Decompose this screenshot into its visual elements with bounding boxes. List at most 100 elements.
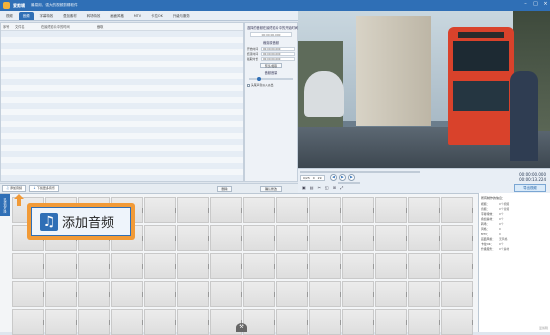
fullscreen-icon[interactable]: ⤢ [340, 185, 343, 190]
clip-slot[interactable] [177, 225, 209, 251]
clip-slot[interactable] [342, 225, 374, 251]
snapshot-icon[interactable]: ▣ [302, 185, 306, 190]
clip-slot[interactable] [408, 253, 440, 279]
clip-slot[interactable] [177, 253, 209, 279]
clip-slot[interactable] [177, 197, 209, 223]
playback-progress[interactable] [300, 171, 420, 173]
checkbox-icon[interactable] [247, 83, 250, 87]
tab-video[interactable]: 视频 [2, 12, 17, 20]
next-icon[interactable]: ▶ [348, 174, 355, 181]
clip-slot[interactable] [375, 253, 407, 279]
clip-slot[interactable] [12, 253, 44, 279]
clip-slot[interactable] [309, 253, 341, 279]
clip-slot[interactable] [276, 309, 308, 335]
clip-slot[interactable] [375, 281, 407, 307]
clip-slot[interactable] [276, 197, 308, 223]
layout-icon[interactable]: ▤ [310, 185, 314, 190]
clip-slot[interactable] [243, 225, 275, 251]
clip-slot[interactable] [342, 309, 374, 335]
clip-end-field[interactable]: 00:00:00.000 [261, 52, 295, 56]
clip-slot[interactable] [342, 253, 374, 279]
audio-list[interactable]: 序号 文件名 在最终影片中的时间 截取 [0, 22, 244, 182]
clip-slot[interactable] [375, 309, 407, 335]
start-time-field[interactable]: 00:00:00.000 [250, 32, 292, 37]
clip-slot[interactable] [375, 197, 407, 223]
clip-slot[interactable] [309, 309, 341, 335]
clip-slot[interactable] [210, 225, 242, 251]
play-icon[interactable]: ▶ [339, 174, 346, 181]
clip-slot[interactable] [144, 225, 176, 251]
minimize-icon[interactable]: – [523, 2, 528, 7]
clip-slot[interactable] [144, 197, 176, 223]
clip-slot[interactable] [441, 281, 473, 307]
clip-slot[interactable] [45, 309, 77, 335]
crop-icon[interactable]: ◱ [325, 185, 329, 190]
clip-slot[interactable] [375, 225, 407, 251]
timeline-handle-icon[interactable]: ⚒ [236, 323, 247, 332]
clip-slot[interactable] [78, 309, 110, 335]
clip-slot[interactable] [12, 309, 44, 335]
download-music-button[interactable]: ↓ 下载更多音乐 [29, 185, 59, 192]
clip-slot[interactable] [309, 197, 341, 223]
clip-slot[interactable] [111, 309, 143, 335]
clip-slot[interactable] [441, 197, 473, 223]
clip-slot[interactable] [78, 281, 110, 307]
maximize-icon[interactable]: □ [533, 2, 538, 7]
tab-style[interactable]: 画面风格 [106, 12, 128, 20]
clip-slot[interactable] [243, 281, 275, 307]
tab-audio[interactable]: 音频 [18, 11, 34, 20]
tab-mtv[interactable]: MTV [130, 12, 145, 20]
clip-slot[interactable] [408, 281, 440, 307]
clip-slot[interactable] [177, 309, 209, 335]
clip-duration-field[interactable]: 00:00:00.000 [261, 57, 295, 61]
tab-subtitle-effects[interactable]: 字幕特效 [36, 12, 58, 20]
clip-slot[interactable] [111, 281, 143, 307]
tab-transitions[interactable]: 转场特效 [83, 12, 105, 20]
fade-checkbox[interactable]: 头尾声音淡入淡出 [247, 83, 295, 87]
clip-slot[interactable] [144, 309, 176, 335]
clip-slot[interactable] [144, 281, 176, 307]
tab-overlay[interactable]: 叠加素材 [59, 12, 81, 20]
clip-slot[interactable] [342, 281, 374, 307]
clip-start-field[interactable]: 00:00:00.000 [261, 47, 295, 51]
clip-slot[interactable] [276, 225, 308, 251]
frame-counter[interactable]: 0/25 0 29 [300, 175, 325, 181]
clip-slot[interactable] [408, 225, 440, 251]
clip-slot[interactable] [45, 281, 77, 307]
callout-button[interactable]: ♫ 添加音频 [31, 207, 131, 236]
clip-slot[interactable] [408, 197, 440, 223]
clip-slot[interactable] [342, 197, 374, 223]
clip-slot[interactable] [243, 253, 275, 279]
grid-icon[interactable]: ⊞ [333, 185, 336, 190]
preview-clip-button[interactable]: 预览/截取 [260, 63, 282, 68]
video-preview[interactable] [298, 11, 550, 168]
clip-slot[interactable] [45, 253, 77, 279]
prev-icon[interactable]: ◀ [330, 174, 337, 181]
clip-slot[interactable] [243, 197, 275, 223]
clip-slot[interactable] [276, 281, 308, 307]
clip-slot[interactable] [210, 253, 242, 279]
clip-slot[interactable] [276, 253, 308, 279]
clip-slot[interactable] [210, 281, 242, 307]
clip-slot[interactable] [210, 197, 242, 223]
export-video-button[interactable]: 导出视频 [514, 184, 546, 192]
clip-slot[interactable] [78, 253, 110, 279]
clip-slot[interactable] [441, 225, 473, 251]
confirm-button[interactable]: 确认修改 [260, 186, 282, 192]
added-clips-tab[interactable]: 已添加片段 [0, 194, 10, 216]
clip-slot[interactable] [441, 253, 473, 279]
clip-slot[interactable] [309, 225, 341, 251]
delete-button[interactable]: 删除 [217, 186, 232, 192]
clip-slot[interactable] [408, 309, 440, 335]
tab-services[interactable]: 升级与服务 [169, 12, 194, 20]
clip-slot[interactable] [111, 253, 143, 279]
tab-karaoke[interactable]: 卡拉OK [147, 12, 167, 20]
volume-bar[interactable] [338, 182, 360, 184]
clip-slot[interactable] [243, 309, 275, 335]
clip-slot[interactable] [144, 253, 176, 279]
clip-slot[interactable] [12, 281, 44, 307]
add-audio-button[interactable]: ♫ 添加音频 [2, 185, 27, 192]
cut-icon[interactable]: ✂ [318, 185, 321, 190]
volume-slider[interactable] [249, 77, 293, 81]
clip-slot[interactable] [441, 309, 473, 335]
